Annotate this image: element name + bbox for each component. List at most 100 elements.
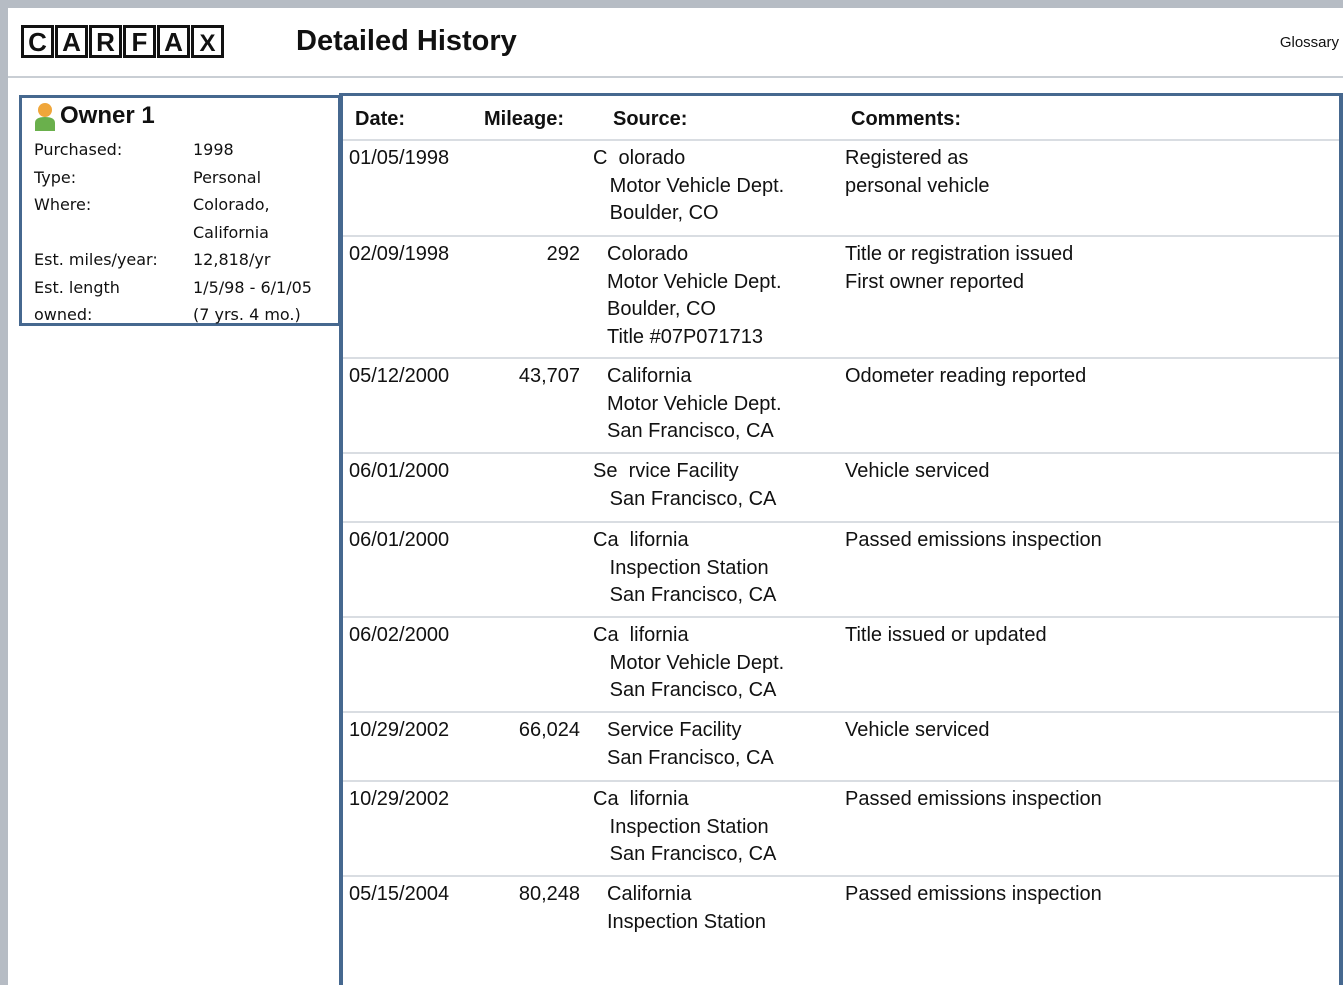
source-line: San Francisco, CA — [593, 679, 777, 701]
detail-value: (7 yrs. 4 mo.) — [193, 305, 301, 324]
comments-cell: Passed emissions inspection — [845, 881, 1102, 909]
date-cell: 06/02/2000 — [349, 624, 450, 646]
person-icon — [34, 101, 56, 131]
history-table: Date: Mileage: Source: Comments: 01/05/1… — [339, 93, 1343, 985]
source-line: Boulder, CO — [607, 298, 716, 320]
detail-label: Type: — [34, 167, 77, 187]
mileage-cell: 80,248 — [518, 883, 580, 905]
owner-heading: Owner 1 — [34, 101, 155, 131]
detail-label: owned: — [34, 305, 93, 324]
date-cell: 01/05/1998 — [349, 147, 450, 169]
detail-value: Personal — [193, 167, 262, 187]
column-header-date: Date: — [355, 108, 406, 130]
logo-letter: A — [58, 28, 85, 56]
logo-tile: F — [123, 25, 156, 58]
comment-line: Title or registration issued — [845, 243, 1074, 265]
detail-value: California — [193, 222, 269, 242]
comment-line: Registered as — [845, 147, 969, 169]
detail-label — [34, 219, 193, 247]
column-header-comments: Comments: — [851, 108, 962, 130]
table-row: 05/15/2004 80,248 California Inspection Sta… — [343, 877, 1339, 977]
logo-tile: A — [157, 25, 190, 58]
source-cell: California Motor Vehicle Dept. San Francis… — [607, 363, 782, 446]
mileage-cell: 43,707 — [518, 365, 580, 387]
logo-letter: R — [92, 28, 119, 56]
source-line: Motor Vehicle Dept. — [607, 392, 782, 415]
table-row: 06/01/2000 Ca lifornia Inspection Station… — [343, 523, 1339, 618]
table-row: 06/01/2000 Se rvice Facility San Francisc… — [343, 454, 1339, 523]
table-row: 06/02/2000 Ca lifornia Motor Vehicle Dept… — [343, 618, 1339, 713]
source-cell: California Inspection Station — [607, 881, 766, 936]
date-cell: 05/15/2004 — [349, 883, 450, 905]
source-line: Ca lifornia — [593, 624, 689, 646]
comment-line: First owner reported — [845, 270, 1024, 293]
table-row: 02/09/1998 292 Colorado Motor Vehicle Dept.… — [343, 237, 1339, 359]
logo-tile: X — [191, 25, 224, 58]
column-header-source: Source: — [613, 108, 688, 130]
date-cell: 10/29/2002 — [349, 788, 450, 810]
detail-value: Colorado, — [193, 195, 270, 214]
date-cell: 02/09/1998 — [349, 243, 450, 265]
detail-label: Est. miles/year: — [34, 250, 158, 269]
comment-line: Odometer reading reported — [845, 365, 1087, 387]
logo-tile: R — [89, 25, 122, 58]
source-line: C olorado — [593, 147, 686, 169]
source-line: Ca lifornia — [593, 788, 689, 810]
owner-details: Purchased: 1998 Type: Personal Where: Color… — [34, 136, 338, 329]
source-line: Inspection Station — [593, 556, 769, 579]
table-row: 01/05/1998 C olorado Motor Vehicle Dept. … — [343, 141, 1339, 237]
detail-value: 1/5/98 - 6/1/05 — [193, 277, 312, 297]
comments-cell: Registered as personal vehicle — [845, 145, 990, 200]
comment-line: Passed emissions inspection — [845, 788, 1102, 810]
logo-tile: A — [55, 25, 88, 58]
owner-detail-row: Where: Colorado, — [34, 191, 338, 219]
source-cell: Service Facility San Francisco, CA — [607, 717, 774, 772]
comments-cell: Passed emissions inspection — [845, 786, 1102, 814]
page-title: Detailed History — [296, 25, 517, 57]
source-line: Motor Vehicle Dept. — [607, 270, 782, 293]
source-line: Inspection Station — [593, 815, 769, 838]
source-line: Motor Vehicle Dept. — [593, 651, 785, 674]
logo-letter: X — [194, 28, 221, 57]
source-line: Motor Vehicle Dept. — [593, 174, 785, 197]
source-cell: Se rvice Facility San Francisco, CA — [593, 458, 776, 513]
owner-title: Owner 1 — [60, 102, 155, 129]
source-cell: C olorado Motor Vehicle Dept. Boulder, C… — [593, 145, 784, 228]
owner-summary-panel: Owner 1 Purchased: 1998 Type: Personal Whe… — [19, 95, 341, 326]
source-line: San Francisco, CA — [593, 584, 777, 606]
glossary-link[interactable]: Glossary — [1280, 34, 1339, 51]
comment-line: Passed emissions inspection — [845, 883, 1102, 905]
date-cell: 05/12/2000 — [349, 365, 450, 387]
owner-detail-row: California — [34, 219, 338, 247]
detail-label: Est. length — [34, 277, 120, 297]
detail-value: 1998 — [193, 140, 234, 159]
logo-letter: C — [24, 28, 51, 56]
table-row: 05/12/2000 43,707 California Motor Vehicle … — [343, 359, 1339, 454]
source-line: California — [607, 883, 692, 905]
column-header-mileage: Mileage: — [484, 108, 565, 130]
comment-line: Title issued or updated — [845, 624, 1047, 646]
source-cell: Ca lifornia Motor Vehicle Dept. San Fran… — [593, 622, 784, 705]
source-line: San Francisco, CA — [593, 843, 777, 865]
comments-cell: Vehicle serviced — [845, 458, 990, 486]
source-line: San Francisco, CA — [607, 420, 774, 442]
comment-line: Passed emissions inspection — [845, 529, 1102, 551]
carfax-logo: C A R F A X — [21, 25, 225, 58]
table-row: 10/29/2002 Ca lifornia Inspection Station… — [343, 782, 1339, 877]
owner-detail-row: Est. miles/year: 12,818/yr — [34, 246, 338, 274]
source-line: Title #07P071713 — [607, 325, 764, 348]
comments-cell: Vehicle serviced — [845, 717, 990, 745]
comment-line: Vehicle serviced — [845, 719, 990, 741]
detail-label: Where: — [34, 195, 92, 214]
logo-letter: A — [160, 28, 187, 56]
table-header: Date: Mileage: Source: Comments: — [343, 96, 1339, 141]
report-page: C A R F A X Detailed History Glossary Ow… — [8, 8, 1343, 985]
source-line: Inspection Station — [607, 910, 766, 933]
detail-value: 12,818/yr — [193, 250, 271, 269]
source-cell: Ca lifornia Inspection Station San Franc… — [593, 527, 776, 610]
comments-cell: Title issued or updated — [845, 622, 1047, 650]
source-line: Boulder, CO — [593, 202, 719, 224]
comments-cell: Odometer reading reported — [845, 363, 1086, 391]
source-line: California — [607, 365, 692, 387]
detail-label: Purchased: — [34, 140, 123, 159]
